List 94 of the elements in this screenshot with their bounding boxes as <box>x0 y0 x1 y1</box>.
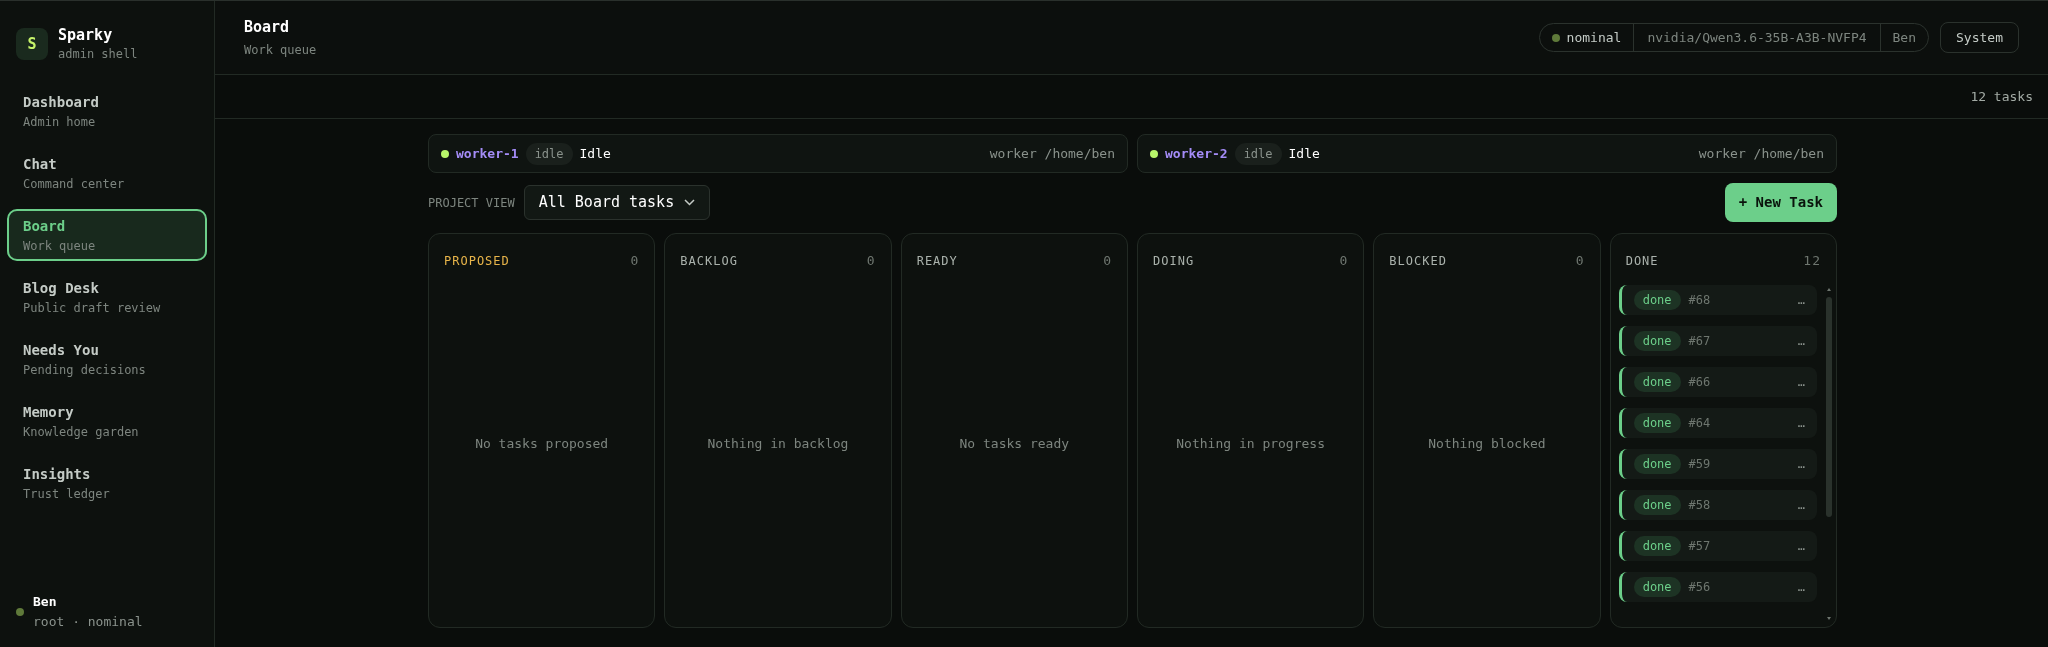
column-count: 0 <box>866 252 876 270</box>
worker-name: worker-1 <box>456 144 519 163</box>
empty-message: Nothing in backlog <box>707 435 849 453</box>
task-id: #58 <box>1688 496 1711 514</box>
nav-sublabel: Admin home <box>23 113 97 131</box>
column-title: PROPOSED <box>444 252 510 270</box>
task-card[interactable]: done #58 … <box>1618 489 1817 520</box>
task-id: #57 <box>1688 537 1711 555</box>
task-id: #68 <box>1688 291 1711 309</box>
task-id: #59 <box>1688 455 1711 473</box>
worker-badge: idle <box>525 142 573 165</box>
new-task-button[interactable]: + New Task <box>1724 183 1837 222</box>
status-tag: done <box>1633 453 1681 474</box>
worker-state: Idle <box>1288 144 1320 163</box>
column-count: 12 <box>1803 252 1821 270</box>
column-count: 0 <box>1103 252 1112 270</box>
more-menu[interactable]: … <box>1797 536 1805 555</box>
nav-item[interactable]: Chat Command center <box>7 147 207 199</box>
empty-message: Nothing blocked <box>1428 435 1546 453</box>
task-card[interactable]: done #67 … <box>1618 325 1817 356</box>
task-card[interactable]: done #66 … <box>1618 366 1817 397</box>
more-menu[interactable]: … <box>1797 577 1805 596</box>
nav-sublabel: Command center <box>23 175 126 193</box>
nav-label: Dashboard <box>23 92 100 112</box>
task-id: #64 <box>1688 414 1711 432</box>
column-count: 0 <box>1575 252 1585 270</box>
field-label: PROJECT VIEW <box>428 194 515 212</box>
more-menu[interactable]: … <box>1797 495 1805 514</box>
more-menu[interactable]: … <box>1797 372 1805 391</box>
empty-message: No tasks proposed <box>475 435 609 453</box>
worker-state: Idle <box>579 144 611 163</box>
nav-sublabel: Public draft review <box>23 299 162 317</box>
nav-sublabel: Knowledge garden <box>23 423 140 441</box>
column-title: DONE <box>1625 252 1659 270</box>
task-id: #67 <box>1688 332 1711 350</box>
status-tag: done <box>1633 289 1681 310</box>
nav-item[interactable]: Insights Trust ledger <box>7 457 207 509</box>
page-title: Board <box>244 16 291 38</box>
nav-item[interactable]: Blog Desk Public draft review <box>7 271 207 323</box>
nav-label: Needs You <box>23 340 100 360</box>
nav-label: Insights <box>23 464 92 484</box>
nav-label: Memory <box>23 402 75 422</box>
status-label: nominal <box>1566 28 1622 47</box>
column-count: 0 <box>630 252 640 270</box>
user-label: Ben <box>1891 28 1918 47</box>
status-tag: done <box>1633 330 1681 351</box>
nav-item[interactable]: Memory Knowledge garden <box>7 395 207 447</box>
app-subtitle: admin shell <box>58 46 138 63</box>
nav-sublabel: Pending decisions <box>23 361 147 379</box>
logo: S <box>16 28 48 60</box>
task-card[interactable]: done #64 … <box>1618 407 1817 438</box>
nav-label: Board <box>23 216 67 236</box>
worker-badge: idle <box>1234 142 1282 165</box>
worker-name: worker-2 <box>1165 144 1228 163</box>
chevron-down-icon <box>684 199 696 206</box>
column-count: 0 <box>1339 252 1349 270</box>
empty-message: No tasks ready <box>959 435 1070 453</box>
task-id: #56 <box>1688 578 1711 596</box>
empty-message: Nothing in progress <box>1176 435 1325 453</box>
more-menu[interactable]: … <box>1797 331 1805 350</box>
model-name: nvidia/Qwen3.6-35B-A3B-NVFP4 <box>1634 24 1881 51</box>
task-id: #66 <box>1688 373 1711 391</box>
task-card[interactable]: done #68 … <box>1618 284 1817 315</box>
task-count: 12 tasks <box>1970 87 2033 106</box>
nav-label: Blog Desk <box>23 278 100 298</box>
system-button[interactable]: System <box>1940 22 2019 53</box>
page-subtitle: Work queue <box>244 42 317 60</box>
nav-sublabel: Trust ledger <box>23 485 111 503</box>
status-tag: done <box>1633 494 1681 515</box>
status-tag: done <box>1633 576 1681 597</box>
more-menu[interactable]: … <box>1797 454 1805 473</box>
nav-item[interactable]: Needs You Pending decisions <box>7 333 207 385</box>
more-menu[interactable]: … <box>1797 290 1805 309</box>
task-card[interactable]: done #57 … <box>1618 530 1817 561</box>
column-title: DOING <box>1153 252 1195 270</box>
nav-label: Chat <box>23 154 58 174</box>
worker-path: worker /home/ben <box>1698 144 1824 163</box>
column-title: BACKLOG <box>680 252 738 270</box>
more-menu[interactable]: … <box>1797 413 1805 432</box>
app-name: Sparky <box>58 25 114 45</box>
status-tag: done <box>1633 535 1681 556</box>
nav-sublabel: Work queue <box>23 237 97 255</box>
project-select[interactable]: All Board tasks <box>523 185 711 220</box>
status-tag: done <box>1633 412 1681 433</box>
user-name: Ben <box>33 593 58 611</box>
column-title: READY <box>916 252 958 270</box>
status-tag: done <box>1633 371 1681 392</box>
worker-path: worker /home/ben <box>989 144 1115 163</box>
user-status: root · nominal <box>33 612 143 631</box>
nav-item[interactable]: Board Work queue <box>7 209 207 261</box>
nav-item[interactable]: Dashboard Admin home <box>7 85 207 137</box>
task-card[interactable]: done #56 … <box>1618 571 1817 602</box>
task-card[interactable]: done #59 … <box>1618 448 1817 479</box>
column-title: BLOCKED <box>1389 252 1447 270</box>
